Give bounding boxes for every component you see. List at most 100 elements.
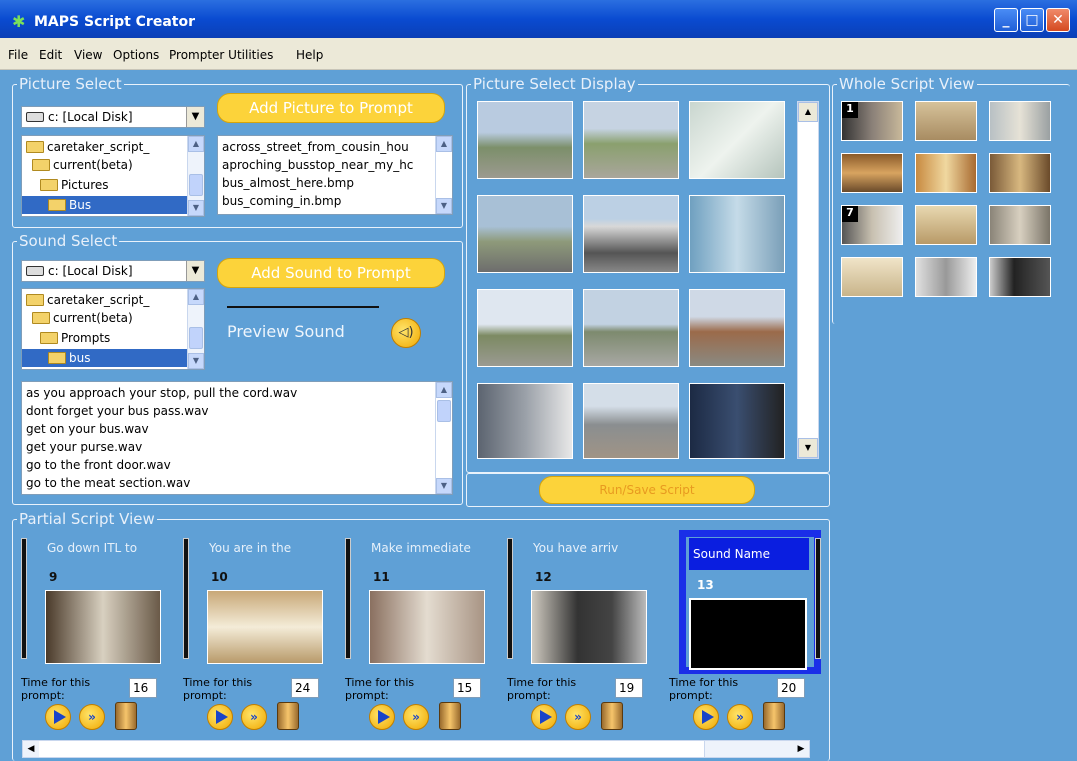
sound-list-scrollbar[interactable]: ▲ ▼ <box>435 382 452 494</box>
picture-file-list[interactable]: across_street_from_cousin_hou aproching_… <box>217 135 453 215</box>
trash-icon[interactable] <box>601 702 623 730</box>
picture-display-scrollbar[interactable]: ▲ ▼ <box>797 101 819 459</box>
slot-sound-name[interactable]: Sound Name <box>693 547 770 561</box>
chevron-down-icon[interactable]: ▼ <box>186 261 204 281</box>
scroll-up-icon[interactable]: ▲ <box>436 136 452 152</box>
run-save-script-button[interactable]: Run/Save Script <box>539 476 755 504</box>
scroll-left-icon[interactable]: ◀ <box>23 741 39 757</box>
picture-thumbnail[interactable] <box>689 289 785 367</box>
play-icon[interactable] <box>531 704 557 730</box>
file-item[interactable]: aproching_busstop_near_my_hc <box>222 156 413 174</box>
scroll-down-icon[interactable]: ▼ <box>188 200 204 216</box>
slot-image[interactable] <box>531 590 647 664</box>
script-thumbnail[interactable] <box>841 153 903 193</box>
sound-folder-tree[interactable]: caretaker_script_ current(beta) Prompts … <box>21 288 205 370</box>
sound-file-item[interactable]: go to the front door.wav <box>26 456 171 474</box>
play-sound-icon[interactable]: » <box>727 704 753 730</box>
file-item[interactable]: bus_almost_here.bmp <box>222 174 354 192</box>
picture-thumbnail[interactable] <box>583 383 679 459</box>
time-input[interactable]: 24 <box>291 678 319 698</box>
play-sound-icon[interactable]: » <box>241 704 267 730</box>
file-item[interactable]: across_street_from_cousin_hou <box>222 138 409 156</box>
picture-drive-select[interactable]: c: [Local Disk] ▼ <box>21 106 205 128</box>
folder-item[interactable]: current(beta) <box>32 156 133 174</box>
sound-file-list[interactable]: as you approach your stop, pull the cord… <box>21 381 453 495</box>
scroll-up-icon[interactable]: ▲ <box>188 289 204 305</box>
folder-tree-scrollbar[interactable]: ▲ ▼ <box>187 136 204 216</box>
picture-thumbnail[interactable] <box>583 101 679 179</box>
time-input[interactable]: 19 <box>615 678 643 698</box>
picture-thumbnail[interactable] <box>583 195 679 273</box>
trash-icon[interactable] <box>763 702 785 730</box>
menu-file[interactable]: File <box>8 48 28 62</box>
scroll-up-icon[interactable]: ▲ <box>436 382 452 398</box>
play-sound-icon[interactable]: » <box>403 704 429 730</box>
picture-thumbnail[interactable] <box>583 289 679 367</box>
slot-image[interactable] <box>369 590 485 664</box>
play-icon[interactable] <box>693 704 719 730</box>
scroll-right-icon[interactable]: ▶ <box>793 741 809 757</box>
script-thumbnail[interactable] <box>915 205 977 245</box>
picture-thumbnail[interactable] <box>689 383 785 459</box>
chevron-down-icon[interactable]: ▼ <box>186 107 204 127</box>
scroll-down-icon[interactable]: ▼ <box>188 353 204 369</box>
menu-edit[interactable]: Edit <box>39 48 62 62</box>
play-icon[interactable] <box>207 704 233 730</box>
scroll-thumb[interactable] <box>437 400 451 422</box>
menu-options[interactable]: Options <box>113 48 159 62</box>
partial-script-scrollbar[interactable]: ◀ ▶ <box>22 740 810 758</box>
time-input[interactable]: 20 <box>777 678 805 698</box>
trash-icon[interactable] <box>439 702 461 730</box>
script-thumbnail[interactable] <box>989 153 1051 193</box>
slot-image-empty[interactable] <box>689 598 807 670</box>
script-thumbnail[interactable] <box>989 257 1051 297</box>
scroll-thumb[interactable] <box>39 741 705 757</box>
maximize-button[interactable]: □ <box>1020 8 1044 32</box>
folder-item[interactable]: caretaker_script_ <box>26 291 149 309</box>
sound-file-item[interactable]: dont forget your bus pass.wav <box>26 402 209 420</box>
scroll-down-icon[interactable]: ▼ <box>436 198 452 214</box>
folder-item[interactable]: Prompts <box>40 329 110 347</box>
speaker-icon[interactable]: ◁) <box>391 318 421 348</box>
time-input[interactable]: 16 <box>129 678 157 698</box>
picture-thumbnail[interactable] <box>689 101 785 179</box>
sound-file-item[interactable]: get your purse.wav <box>26 438 142 456</box>
add-picture-button[interactable]: Add Picture to Prompt <box>217 93 445 123</box>
sound-file-item[interactable]: get on your bus.wav <box>26 420 149 438</box>
folder-item[interactable]: caretaker_script_ <box>26 138 149 156</box>
menu-help[interactable]: Help <box>296 48 323 62</box>
close-button[interactable]: ✕ <box>1046 8 1070 32</box>
scroll-thumb[interactable] <box>189 327 203 349</box>
add-sound-button[interactable]: Add Sound to Prompt <box>217 258 445 288</box>
scroll-down-icon[interactable]: ▼ <box>798 438 818 458</box>
time-input[interactable]: 15 <box>453 678 481 698</box>
play-sound-icon[interactable]: » <box>565 704 591 730</box>
picture-thumbnail[interactable] <box>477 383 573 459</box>
folder-tree-scrollbar[interactable]: ▲ ▼ <box>187 289 204 369</box>
picture-thumbnail[interactable] <box>689 195 785 273</box>
minimize-button[interactable]: _ <box>994 8 1018 32</box>
menu-prompter-utilities[interactable]: Prompter Utilities <box>169 48 273 62</box>
scroll-thumb[interactable] <box>189 174 203 196</box>
trash-icon[interactable] <box>115 702 137 730</box>
sound-file-item[interactable]: as you approach your stop, pull the cord… <box>26 384 297 402</box>
folder-item[interactable]: Pictures <box>40 176 109 194</box>
scroll-up-icon[interactable]: ▲ <box>798 102 818 122</box>
script-thumbnail[interactable]: 1 <box>841 101 903 141</box>
script-thumbnail[interactable] <box>915 153 977 193</box>
file-list-scrollbar[interactable]: ▲ ▼ <box>435 136 452 214</box>
menu-view[interactable]: View <box>74 48 102 62</box>
picture-thumbnail[interactable] <box>477 101 573 179</box>
folder-item-selected[interactable]: bus <box>22 349 188 367</box>
picture-thumbnail[interactable] <box>477 195 573 273</box>
script-thumbnail[interactable]: 7 <box>841 205 903 245</box>
file-item[interactable]: bus_coming_in.bmp <box>222 192 341 210</box>
slot-image[interactable] <box>45 590 161 664</box>
scroll-down-icon[interactable]: ▼ <box>436 478 452 494</box>
sound-file-item[interactable]: go to the meat section.wav <box>26 474 190 492</box>
slot-image[interactable] <box>207 590 323 664</box>
script-thumbnail[interactable] <box>989 101 1051 141</box>
picture-folder-tree[interactable]: caretaker_script_ current(beta) Pictures… <box>21 135 205 217</box>
script-thumbnail[interactable] <box>915 257 977 297</box>
scroll-up-icon[interactable]: ▲ <box>188 136 204 152</box>
